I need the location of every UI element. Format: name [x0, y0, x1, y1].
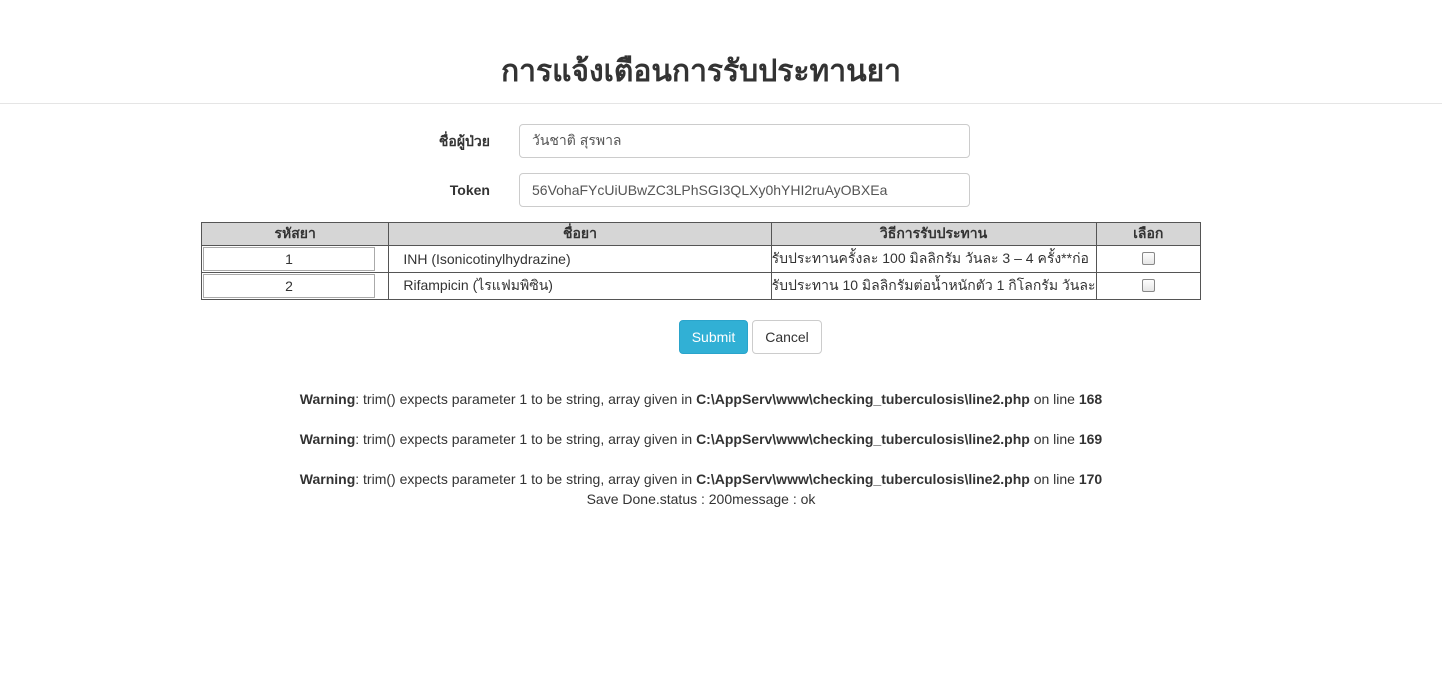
warning-file: C:\AppServ\www\checking_tuberculosis\lin… — [696, 391, 1030, 407]
header-name: ชื่อยา — [388, 222, 772, 246]
drug-method: รับประทาน 10 มิลลิกรัมต่อน้ำหนักตัว 1 กิ… — [770, 272, 1097, 300]
warning-line: 169 — [1078, 431, 1103, 447]
table-header-row: รหัสยา ชื่อยา วิธีการรับประทาน เลือก — [200, 222, 1202, 246]
table-row: INH (Isonicotinylhydrazine) รับประทานครั… — [200, 245, 1202, 273]
warning-message: : trim() expects parameter 1 to be strin… — [355, 391, 697, 407]
header-code: รหัสยา — [200, 222, 390, 246]
drug-name: Rifampicin (ไรแฟมพิซิน) — [388, 272, 772, 300]
drug-code-input[interactable] — [203, 274, 375, 298]
select-checkbox[interactable] — [1141, 251, 1155, 265]
page-title: การแจ้งเตือนการรับประทานยา — [500, 55, 902, 88]
warning-file: C:\AppServ\www\checking_tuberculosis\lin… — [696, 471, 1030, 487]
select-checkbox[interactable] — [1141, 278, 1155, 292]
cancel-button[interactable]: Cancel — [752, 320, 822, 354]
table-row: Rifampicin (ไรแฟมพิซิน) รับประทาน 10 มิล… — [200, 272, 1202, 300]
warning-file: C:\AppServ\www\checking_tuberculosis\lin… — [696, 431, 1030, 447]
header-select: เลือก — [1095, 222, 1202, 246]
select-cell — [1095, 272, 1202, 300]
php-warning: Warning: trim() expects parameter 1 to b… — [0, 469, 1402, 489]
drug-code-input[interactable] — [203, 247, 375, 271]
drug-table: รหัสยา ชื่อยา วิธีการรับประทาน เลือก INH… — [200, 222, 1202, 300]
token-input[interactable] — [519, 173, 970, 207]
patient-name-input[interactable] — [519, 124, 970, 158]
patient-name-row: ชื่อผู้ป่วย — [0, 124, 1442, 158]
warning-prefix: Warning — [299, 431, 356, 447]
warning-prefix: Warning — [299, 391, 356, 407]
patient-name-label: ชื่อผู้ป่วย — [438, 133, 490, 149]
warning-prefix: Warning — [299, 471, 356, 487]
warning-line: 168 — [1078, 391, 1103, 407]
submit-button[interactable]: Submit — [679, 320, 748, 354]
token-label: Token — [449, 182, 490, 198]
drug-name: INH (Isonicotinylhydrazine) — [388, 245, 772, 273]
warning-on-line: on line — [1029, 391, 1079, 407]
code-cell — [200, 245, 390, 273]
title-divider — [0, 103, 1442, 104]
header-method: วิธีการรับประทาน — [770, 222, 1097, 246]
code-cell — [200, 272, 390, 300]
php-warning: Warning: trim() expects parameter 1 to b… — [0, 429, 1402, 449]
warning-message: : trim() expects parameter 1 to be strin… — [355, 471, 697, 487]
warning-on-line: on line — [1029, 431, 1079, 447]
warning-on-line: on line — [1029, 471, 1079, 487]
warning-line: 170 — [1078, 471, 1103, 487]
drug-method: รับประทานครั้งละ 100 มิลลิกรัม วันละ 3 –… — [770, 245, 1097, 273]
token-row: Token — [0, 173, 1442, 207]
php-warning: Warning: trim() expects parameter 1 to b… — [0, 389, 1402, 409]
save-status-message: Save Done.status : 200message : ok — [586, 491, 816, 507]
select-cell — [1095, 245, 1202, 273]
warning-message: : trim() expects parameter 1 to be strin… — [355, 431, 697, 447]
